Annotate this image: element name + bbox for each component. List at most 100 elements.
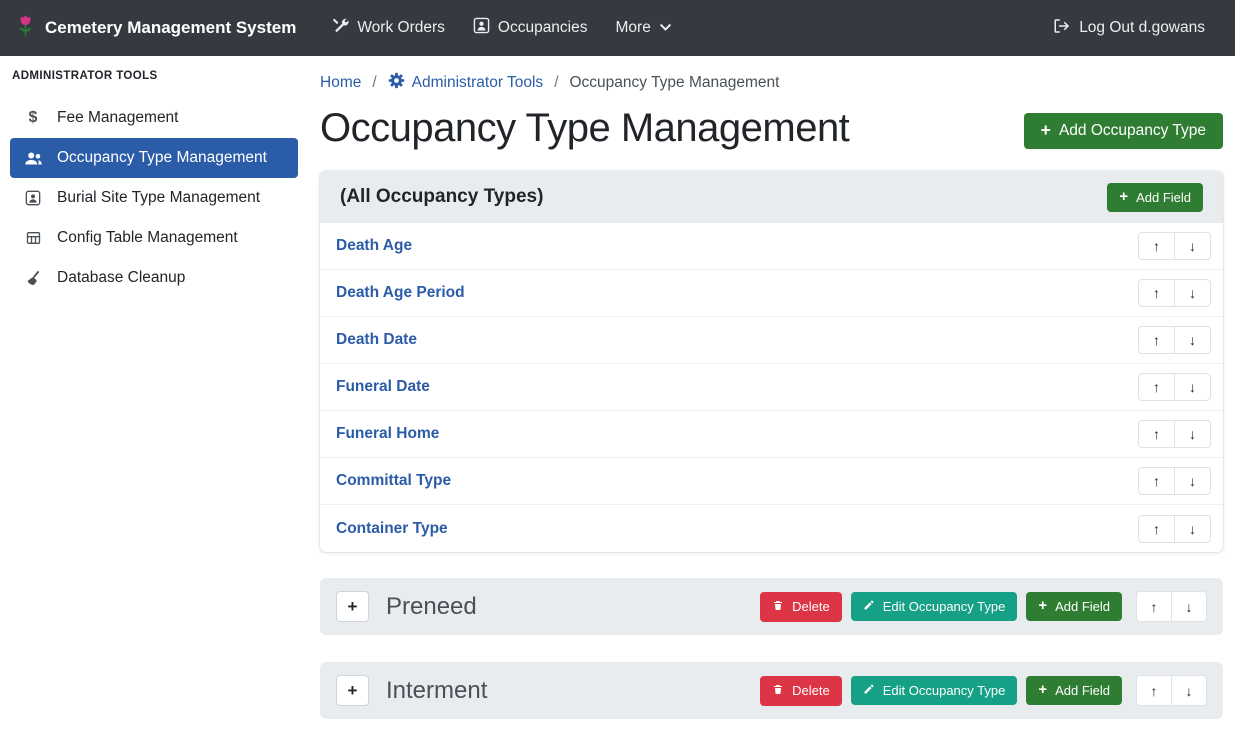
primary-nav: Work Orders Occupancies More — [318, 8, 686, 48]
pencil-icon — [863, 683, 875, 698]
move-down-button[interactable]: ↓ — [1174, 420, 1211, 448]
move-up-button[interactable]: ↑ — [1138, 279, 1175, 307]
move-down-button[interactable]: ↓ — [1174, 467, 1211, 495]
sidebar-item-occupancy-type-management[interactable]: Occupancy Type Management — [10, 138, 298, 178]
delete-button[interactable]: Delete — [760, 676, 842, 706]
section-actions: Delete Edit Occupancy Type + Add Field — [760, 591, 1207, 622]
nav-work-orders-label: Work Orders — [357, 19, 445, 37]
add-occupancy-type-button[interactable]: + Add Occupancy Type — [1024, 113, 1223, 149]
add-field-button[interactable]: + Add Field — [1026, 676, 1122, 705]
field-link[interactable]: Container Type — [336, 520, 448, 538]
all-occupancy-types-card: (All Occupancy Types) + Add Field Death … — [320, 171, 1223, 552]
add-field-label: Add Field — [1055, 683, 1110, 698]
occupancy-type-name: Preneed — [386, 593, 477, 621]
breadcrumb-admin-tools-link[interactable]: Administrator Tools — [388, 72, 544, 94]
move-down-button[interactable]: ↓ — [1174, 232, 1211, 260]
edit-occupancy-type-label: Edit Occupancy Type — [883, 683, 1006, 698]
delete-button[interactable]: Delete — [760, 592, 842, 622]
field-link[interactable]: Death Age Period — [336, 284, 465, 302]
field-link[interactable]: Committal Type — [336, 472, 451, 490]
flower-logo-icon — [16, 13, 35, 44]
table-icon — [22, 230, 44, 246]
sidebar-item-burial-site-type-management[interactable]: Burial Site Type Management — [10, 178, 298, 218]
breadcrumb-separator: / — [554, 74, 558, 92]
field-link[interactable]: Funeral Date — [336, 378, 430, 396]
move-up-button[interactable]: ↑ — [1138, 515, 1175, 543]
all-types-card-header: (All Occupancy Types) + Add Field — [320, 171, 1223, 223]
page-title: Occupancy Type Management — [320, 106, 849, 151]
move-down-button[interactable]: ↓ — [1174, 326, 1211, 354]
breadcrumb-admin-tools-label: Administrator Tools — [412, 74, 544, 92]
trash-icon — [772, 599, 784, 615]
reorder-controls: ↑ ↓ — [1138, 326, 1211, 354]
move-up-button[interactable]: ↑ — [1138, 467, 1175, 495]
title-row: Occupancy Type Management + Add Occupanc… — [320, 106, 1223, 151]
occupancy-type-section: + Interment Delete — [320, 662, 1223, 719]
field-link[interactable]: Funeral Home — [336, 425, 439, 443]
plus-icon: + — [1038, 683, 1047, 698]
field-row: Funeral Date ↑ ↓ — [320, 364, 1223, 411]
nav-more[interactable]: More — [602, 10, 686, 46]
field-row: Death Date ↑ ↓ — [320, 317, 1223, 364]
trash-icon — [772, 683, 784, 699]
add-field-button[interactable]: + Add Field — [1107, 183, 1203, 212]
plus-icon: + — [1041, 122, 1051, 140]
sidebar-item-label: Burial Site Type Management — [57, 189, 260, 207]
expand-button[interactable]: + — [336, 591, 369, 622]
occupancies-icon — [473, 17, 490, 39]
delete-label: Delete — [792, 683, 830, 698]
occupancy-type-name: Interment — [386, 677, 487, 705]
edit-occupancy-type-button[interactable]: Edit Occupancy Type — [851, 592, 1018, 621]
breadcrumb: Home / Administrat — [320, 72, 1223, 94]
reorder-controls: ↑ ↓ — [1138, 420, 1211, 448]
field-link[interactable]: Death Date — [336, 331, 417, 349]
breadcrumb-home-label: Home — [320, 74, 361, 92]
sidebar-item-label: Occupancy Type Management — [57, 149, 267, 167]
move-up-button[interactable]: ↑ — [1138, 232, 1175, 260]
main-content: Home / Administrat — [308, 56, 1235, 738]
sidebar-item-config-table-management[interactable]: Config Table Management — [10, 218, 298, 258]
move-up-button[interactable]: ↑ — [1138, 420, 1175, 448]
move-down-button[interactable]: ↓ — [1171, 675, 1207, 706]
move-down-button[interactable]: ↓ — [1174, 515, 1211, 543]
broom-icon — [22, 270, 44, 287]
logout-button[interactable]: Log Out d.gowans — [1039, 9, 1219, 48]
field-row: Committal Type ↑ ↓ — [320, 458, 1223, 505]
field-row: Funeral Home ↑ ↓ — [320, 411, 1223, 458]
add-field-label: Add Field — [1136, 190, 1191, 205]
sidebar-item-database-cleanup[interactable]: Database Cleanup — [10, 258, 298, 298]
edit-occupancy-type-label: Edit Occupancy Type — [883, 599, 1006, 614]
reorder-controls: ↑ ↓ — [1138, 467, 1211, 495]
nav-work-orders[interactable]: Work Orders — [318, 8, 459, 48]
logout-icon — [1053, 18, 1071, 39]
add-field-label: Add Field — [1055, 599, 1110, 614]
expand-button[interactable]: + — [336, 675, 369, 706]
reorder-controls: ↑ ↓ — [1136, 675, 1207, 706]
field-link[interactable]: Death Age — [336, 237, 412, 255]
reorder-controls: ↑ ↓ — [1136, 591, 1207, 622]
add-field-button[interactable]: + Add Field — [1026, 592, 1122, 621]
move-down-button[interactable]: ↓ — [1174, 279, 1211, 307]
delete-label: Delete — [792, 599, 830, 614]
breadcrumb-separator: / — [372, 74, 376, 92]
nav-occupancies[interactable]: Occupancies — [459, 8, 602, 48]
move-up-button[interactable]: ↑ — [1138, 326, 1175, 354]
all-types-card-title: (All Occupancy Types) — [340, 186, 543, 208]
move-down-button[interactable]: ↓ — [1171, 591, 1207, 622]
section-actions: Delete Edit Occupancy Type + Add Field — [760, 675, 1207, 706]
reorder-controls: ↑ ↓ — [1138, 373, 1211, 401]
app-brand[interactable]: Cemetery Management System — [16, 13, 296, 44]
move-down-button[interactable]: ↓ — [1174, 373, 1211, 401]
move-up-button[interactable]: ↑ — [1138, 373, 1175, 401]
field-row: Death Age ↑ ↓ — [320, 223, 1223, 270]
move-up-button[interactable]: ↑ — [1136, 591, 1172, 622]
top-navbar: Cemetery Management System Work Orders O… — [0, 0, 1235, 56]
occupancy-type-section: + Preneed Delete — [320, 578, 1223, 635]
pencil-icon — [863, 599, 875, 614]
sidebar: ADMINISTRATOR TOOLS $ Fee Management Occ… — [0, 56, 308, 738]
move-up-button[interactable]: ↑ — [1136, 675, 1172, 706]
sidebar-item-fee-management[interactable]: $ Fee Management — [10, 98, 298, 138]
edit-occupancy-type-button[interactable]: Edit Occupancy Type — [851, 676, 1018, 705]
breadcrumb-home-link[interactable]: Home — [320, 74, 361, 92]
dollar-icon: $ — [22, 109, 44, 127]
